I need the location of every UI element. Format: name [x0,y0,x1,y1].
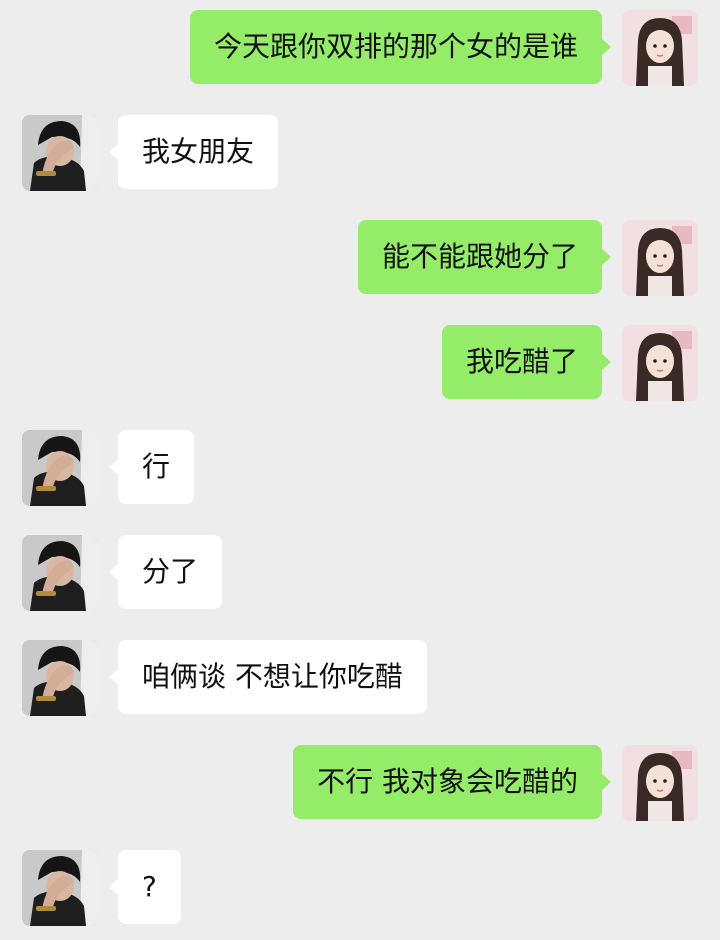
self-avatar[interactable] [622,10,698,86]
message-row-sent: 不行 我对象会吃醋的 [0,745,720,821]
message-bubble-received[interactable]: ? [109,850,181,924]
message-row-received: 分了 [0,535,720,611]
girl-avatar-icon [622,220,698,296]
message-bubble-sent[interactable]: 我吃醋了 [441,325,612,399]
message-row-received: 我女朋友 [0,115,720,191]
girl-avatar-icon [622,325,698,401]
contact-avatar[interactable] [22,535,98,611]
girl-avatar-icon [622,10,698,86]
boy-avatar-icon [22,850,98,926]
contact-avatar[interactable] [22,850,98,926]
self-avatar[interactable] [622,220,698,296]
message-bubble-received[interactable]: 咱俩谈 不想让你吃醋 [109,640,427,714]
boy-avatar-icon [22,430,98,506]
boy-avatar-icon [22,115,98,191]
contact-avatar[interactable] [22,430,98,506]
message-bubble-sent[interactable]: 不行 我对象会吃醋的 [293,745,611,819]
message-bubble-received[interactable]: 分了 [108,535,223,609]
message-row-received: 咱俩谈 不想让你吃醋 [0,640,720,716]
message-row-sent: 能不能跟她分了 [0,220,720,296]
self-avatar[interactable] [622,325,698,401]
message-bubble-received[interactable]: 行 [108,430,195,504]
message-bubble-received[interactable]: 我女朋友 [108,115,279,189]
message-bubble-sent[interactable]: 今天跟你双排的那个女的是谁 [189,10,612,84]
message-row-sent: 我吃醋了 [0,325,720,401]
message-row-received: 行 [0,430,720,506]
girl-avatar-icon [622,745,698,821]
contact-avatar[interactable] [22,115,98,191]
message-row-received: ? [0,850,720,926]
chat-window: 今天跟你双排的那个女的是谁 我女朋友 能不能跟她分了 我吃醋了 行 分了 咱俩谈… [0,0,720,940]
message-row-sent: 今天跟你双排的那个女的是谁 [0,10,720,86]
message-bubble-sent[interactable]: 能不能跟她分了 [357,220,612,294]
boy-avatar-icon [22,640,98,716]
contact-avatar[interactable] [22,640,98,716]
self-avatar[interactable] [622,745,698,821]
boy-avatar-icon [22,535,98,611]
